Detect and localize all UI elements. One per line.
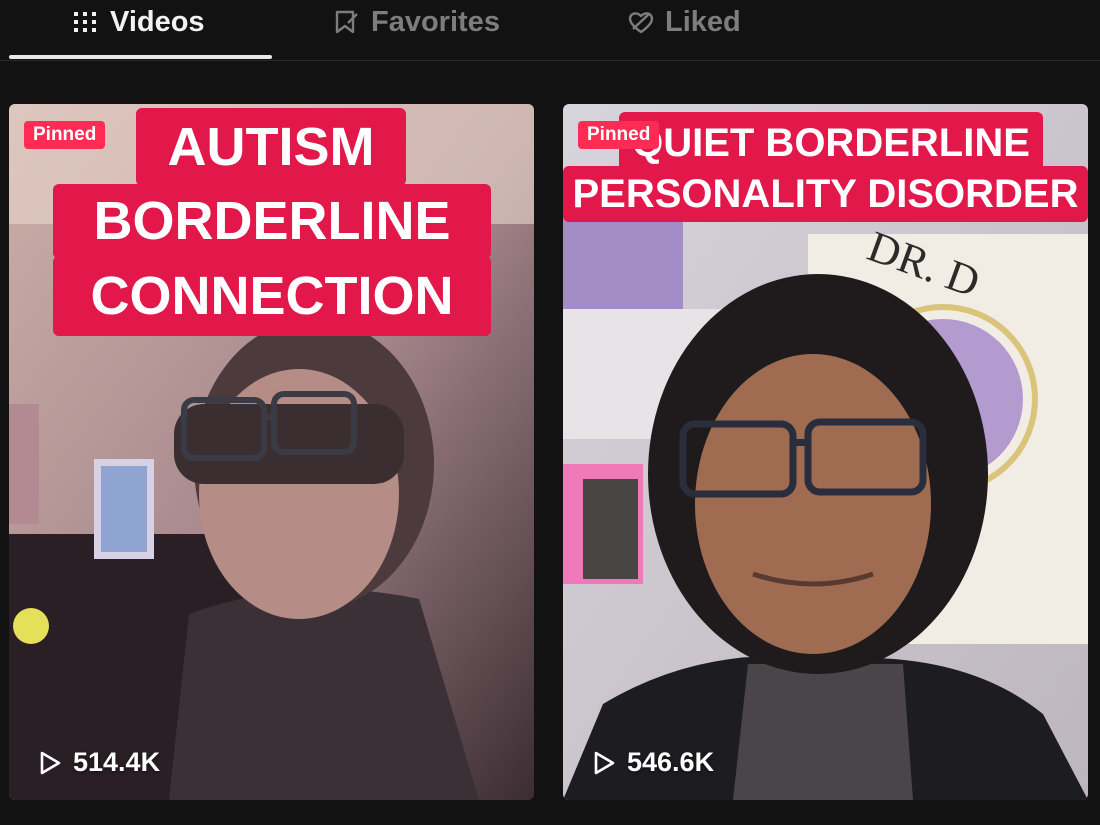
active-tab-indicator xyxy=(9,55,272,59)
tab-liked-label: Liked xyxy=(665,5,741,38)
grid-icon xyxy=(74,12,96,32)
view-count-value: 514.4K xyxy=(73,747,161,777)
tab-liked[interactable]: Liked xyxy=(627,0,741,44)
caption-line-1: AUTISM xyxy=(136,108,406,186)
pinned-badge: Pinned xyxy=(578,121,660,149)
caption-line-1: QUIET BORDERLINE xyxy=(619,112,1043,174)
caption-line-3: CONNECTION xyxy=(53,256,491,336)
tab-favorites[interactable]: Favorites xyxy=(333,0,500,44)
caption-line-2: PERSONALITY DISORDER xyxy=(563,166,1088,222)
bookmark-icon xyxy=(335,10,358,34)
video-card-2[interactable]: DR. D Pinned QUIET BORDERLINE PERSONALIT… xyxy=(563,104,1088,800)
heart-icon xyxy=(628,12,654,34)
view-count: 514.4K xyxy=(37,747,160,778)
view-count: 546.6K xyxy=(591,747,714,778)
pinned-badge: Pinned xyxy=(24,121,106,149)
profile-tabs: Videos Favorites Liked xyxy=(0,0,1100,61)
view-count-value: 546.6K xyxy=(627,747,715,777)
tab-favorites-label: Favorites xyxy=(371,5,500,38)
tab-videos-label: Videos xyxy=(110,5,205,38)
tab-videos[interactable]: Videos xyxy=(72,0,205,44)
video-card-1[interactable]: Pinned AUTISM BORDERLINE CONNECTION 514.… xyxy=(9,104,534,800)
play-icon xyxy=(594,751,615,774)
caption-line-2: BORDERLINE xyxy=(53,184,491,259)
play-icon xyxy=(40,751,61,774)
